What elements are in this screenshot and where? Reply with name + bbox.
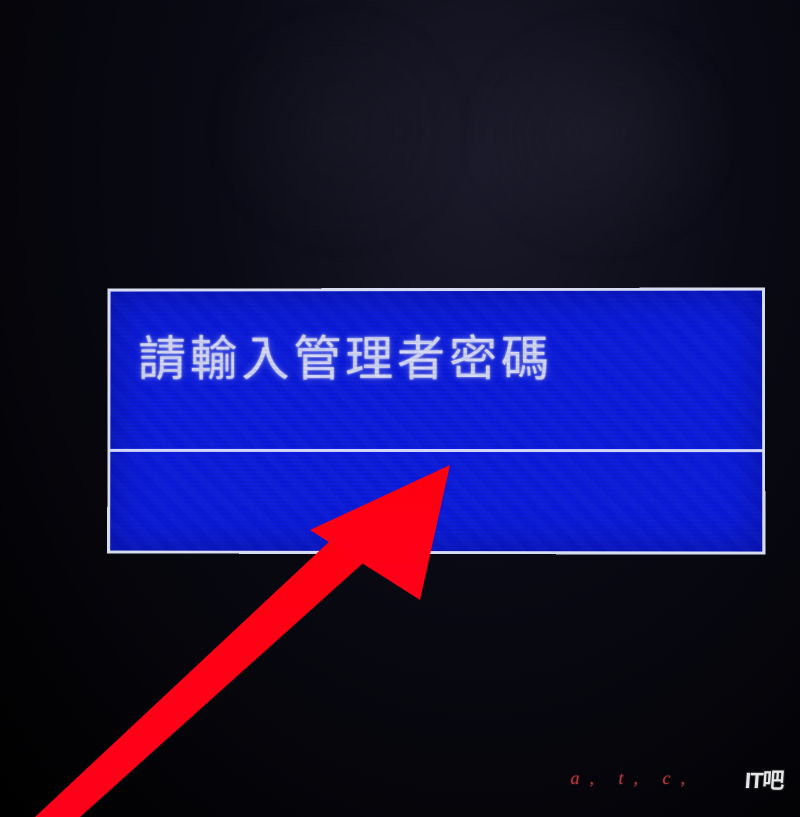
- watermark-logo-text: IT吧: [744, 763, 785, 795]
- watermark-small-text: a, t, c,: [571, 768, 696, 789]
- bios-password-dialog: 請輸入管理者密碼: [107, 288, 765, 555]
- dialog-divider: [110, 449, 762, 452]
- screen-reflection-2: [210, 5, 470, 255]
- screen-reflection: [460, 10, 740, 260]
- dialog-title: 請輸入管理者密碼: [110, 291, 762, 421]
- admin-password-input[interactable]: [120, 456, 752, 542]
